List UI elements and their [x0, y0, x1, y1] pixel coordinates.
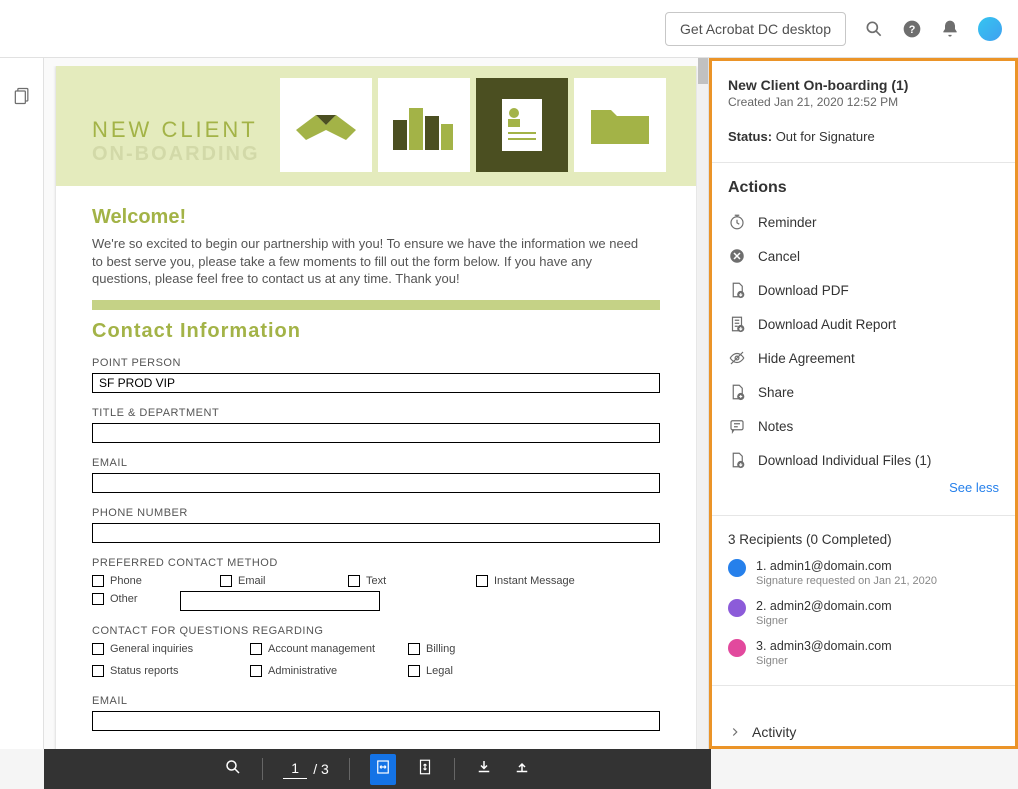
checkbox-other[interactable]: Other — [92, 591, 162, 607]
point-person-field[interactable] — [92, 373, 660, 393]
handshake-icon — [280, 78, 372, 172]
checkbox-legal[interactable]: Legal — [408, 665, 548, 677]
agreement-status: Status: Out for Signature — [728, 129, 999, 144]
recipient-meta: Signature requested on Jan 21, 2020 — [756, 575, 937, 587]
avatar[interactable] — [978, 17, 1002, 41]
checkbox-email[interactable]: Email — [220, 575, 330, 587]
checkbox-admin[interactable]: Administrative — [250, 665, 390, 677]
chevron-right-icon — [728, 725, 742, 739]
page-indicator: / 3 — [283, 760, 329, 779]
cityscape-icon — [378, 78, 470, 172]
checkbox-billing[interactable]: Billing — [408, 643, 548, 655]
recipient-meta: Signer — [756, 615, 892, 627]
label-pref-contact: PREFERRED CONTACT METHOD — [92, 557, 660, 569]
total-pages: / 3 — [313, 761, 329, 777]
checkbox-phone[interactable]: Phone — [92, 575, 202, 587]
download-icon[interactable] — [475, 758, 493, 781]
contact-info-heading: Contact Information — [92, 320, 660, 343]
checkbox-instant-message[interactable]: Instant Message — [476, 575, 606, 587]
share-icon — [728, 383, 746, 401]
action-download-individual[interactable]: Download Individual Files (1) — [728, 451, 999, 469]
recipient-row[interactable]: 1. admin1@domain.com Signature requested… — [728, 559, 999, 587]
action-download-pdf[interactable]: Download PDF — [728, 281, 999, 299]
get-acrobat-desktop-button[interactable]: Get Acrobat DC desktop — [665, 12, 846, 46]
page-header-banner: NEW CLIENT ON-BOARDING — [56, 66, 696, 186]
action-reminder[interactable]: Reminder — [728, 213, 999, 231]
recipient-meta: Signer — [756, 655, 892, 667]
help-icon[interactable]: ? — [902, 19, 922, 39]
actions-heading: Actions — [728, 179, 999, 197]
hide-icon — [728, 349, 746, 367]
separator — [349, 758, 350, 780]
activity-toggle[interactable]: Activity — [728, 708, 999, 740]
label-title-dept: TITLE & DEPARTMENT — [92, 407, 660, 419]
action-share[interactable]: Share — [728, 383, 999, 401]
welcome-heading: Welcome! — [92, 206, 660, 229]
notes-icon — [728, 417, 746, 435]
profile-doc-icon — [476, 78, 568, 172]
recipients-heading: 3 Recipients (0 Completed) — [728, 532, 999, 547]
page-number-input[interactable] — [283, 760, 307, 779]
label-phone: PHONE NUMBER — [92, 507, 660, 519]
agreement-title: New Client On-boarding (1) — [728, 77, 999, 93]
action-notes[interactable]: Notes — [728, 417, 999, 435]
upload-icon[interactable] — [513, 758, 531, 781]
checkbox-text[interactable]: Text — [348, 575, 458, 587]
fit-width-icon[interactable] — [370, 754, 396, 785]
folder-icon — [574, 78, 666, 172]
recipient-avatar — [728, 599, 746, 617]
separator — [454, 758, 455, 780]
doc-scrollbar[interactable] — [698, 58, 708, 749]
cancel-icon — [728, 247, 746, 265]
documents-icon[interactable] — [12, 86, 32, 749]
phone-field[interactable] — [92, 523, 660, 543]
email2-field[interactable] — [92, 711, 660, 731]
recipient-avatar — [728, 559, 746, 577]
topbar: Get Acrobat DC desktop ? — [0, 0, 1018, 58]
action-hide-agreement[interactable]: Hide Agreement — [728, 349, 999, 367]
title-dept-field[interactable] — [92, 423, 660, 443]
audit-report-icon — [728, 315, 746, 333]
intro-paragraph: We're so excited to begin our partnershi… — [92, 235, 652, 288]
label-contact-q: CONTACT FOR QUESTIONS REGARDING — [92, 625, 660, 637]
see-less-link[interactable]: See less — [949, 480, 999, 495]
recipient-avatar — [728, 639, 746, 657]
svg-text:?: ? — [909, 24, 916, 36]
email-field[interactable] — [92, 473, 660, 493]
label-point-person: POINT PERSON — [92, 357, 660, 369]
download-pdf-icon — [728, 281, 746, 299]
checkbox-account-mgmt[interactable]: Account management — [250, 643, 390, 655]
other-field[interactable] — [180, 591, 380, 611]
label-email: EMAIL — [92, 457, 660, 469]
doc-subtitle: ON-BOARDING — [92, 143, 260, 166]
action-download-audit[interactable]: Download Audit Report — [728, 315, 999, 333]
doc-title: NEW CLIENT — [92, 117, 260, 143]
separator — [262, 758, 263, 780]
search-icon[interactable] — [864, 19, 884, 39]
agreement-created: Created Jan 21, 2020 12:52 PM — [728, 95, 999, 109]
agreement-panel: New Client On-boarding (1) Created Jan 2… — [708, 58, 1018, 749]
recipient-label: 3. admin3@domain.com — [756, 639, 892, 653]
action-cancel[interactable]: Cancel — [728, 247, 999, 265]
fit-page-icon[interactable] — [416, 758, 434, 781]
viewer-toolbar: / 3 — [44, 749, 711, 789]
bell-icon[interactable] — [940, 19, 960, 39]
document-viewer: NEW CLIENT ON-BOARDING — [44, 58, 708, 749]
recipient-label: 2. admin2@domain.com — [756, 599, 892, 613]
label-email2: EMAIL — [92, 695, 660, 707]
recipient-row[interactable]: 3. admin3@domain.com Signer — [728, 639, 999, 667]
recipient-row[interactable]: 2. admin2@domain.com Signer — [728, 599, 999, 627]
recipient-label: 1. admin1@domain.com — [756, 559, 937, 573]
checkbox-status[interactable]: Status reports — [92, 665, 232, 677]
checkbox-general[interactable]: General inquiries — [92, 643, 232, 655]
left-rail — [0, 58, 44, 749]
divider — [92, 300, 660, 310]
search-icon[interactable] — [224, 758, 242, 781]
download-files-icon — [728, 451, 746, 469]
clock-icon — [728, 213, 746, 231]
